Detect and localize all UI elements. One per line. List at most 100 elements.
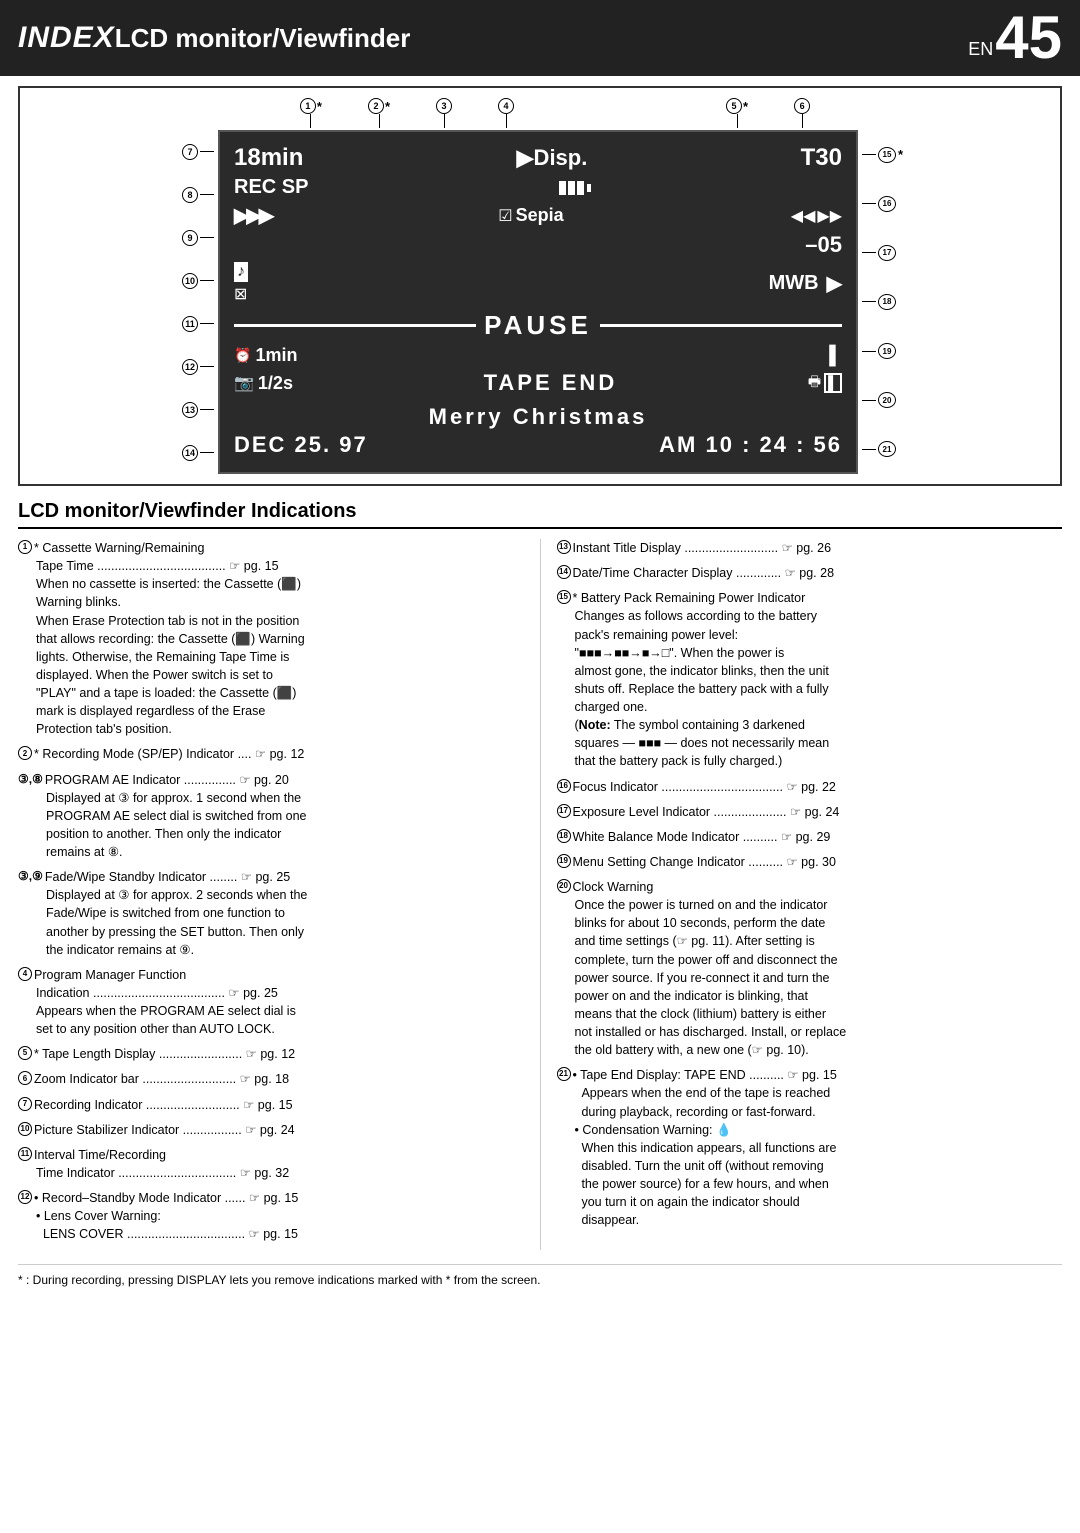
lcd-row-5: ♪ ⊠ MWB ▶ [234,262,842,304]
item-15-text: * Battery Pack Remaining Power Indicator [573,589,806,607]
left-callouts-column: 7 8 9 10 11 12 [166,130,218,474]
callout-3-wrapper: 3 [436,98,452,128]
item-5-num: 5 [18,1046,32,1060]
cam-icon: 📷 [234,373,254,393]
item-6-text: Zoom Indicator bar .....................… [34,1070,289,1088]
item-20-l5: power source. If you re-connect it and t… [575,969,1063,987]
vline-1 [310,114,311,128]
right-mwb-area: MWB ▶ [769,271,842,296]
item-14: 14 Date/Time Character Display .........… [557,564,1063,582]
item-39-header: ③,⑨ Fade/Wipe Standby Indicator ........… [18,868,524,886]
lcd-row-merry: Merry Christmas [234,404,842,430]
half-s: 1/2s [258,373,293,394]
item-2-text: * Recording Mode (SP/EP) Indicator .... … [34,745,304,763]
cn-20: 20 [878,392,896,408]
cn-16: 16 [878,196,896,212]
top-callout-row: 1 * 2 * 3 4 [30,98,1050,128]
item-16-header: 16 Focus Indicator .....................… [557,778,1063,796]
item-2-header: 2 * Recording Mode (SP/EP) Indicator ...… [18,745,524,763]
item-21: 21 • Tape End Display: TAPE END ........… [557,1066,1063,1229]
item-5: 5 * Tape Length Display ................… [18,1045,524,1063]
item-12-l1: • Lens Cover Warning: [36,1207,524,1225]
item-20-body: Once the power is turned on and the indi… [575,896,1063,1059]
item-20-text: Clock Warning [573,878,654,896]
item-1-line-3: Warning blinks. [36,593,524,611]
callout-5: 5 * [726,98,748,114]
item-7: 7 Recording Indicator ..................… [18,1096,524,1114]
callout-4: 4 [498,98,514,114]
item-38-l4: remains at ⑧. [46,843,524,861]
cn-15: 15 [878,147,896,163]
star-2: * [385,99,390,114]
item-19-header: 19 Menu Setting Change Indicator .......… [557,853,1063,871]
one-min: 1min [255,345,297,366]
callout-6: 6 [794,98,810,114]
callout-2-wrapper: 2 * [368,98,390,128]
item-15-l2: pack's remaining power level: [575,626,1063,644]
item-3-8: ③,⑧ PROGRAM AE Indicator ...............… [18,771,524,862]
cn-17: 17 [878,245,896,261]
left-callout-11: 11 [182,316,214,332]
item-14-num: 14 [557,565,571,579]
vline-6 [802,114,803,128]
cn-13: 13 [182,402,198,418]
callout-num-1: 1 [300,98,316,114]
bat-bar-2 [568,181,575,195]
star-5: * [743,99,748,114]
mwb-label: MWB [769,272,819,295]
cn-7: 7 [182,144,198,160]
hline-11 [200,323,214,324]
item-4-l1: Indication .............................… [36,984,524,1002]
item-13-text: Instant Title Display ..................… [573,539,832,557]
left-callout-14: 14 [182,445,214,461]
pause-line-right [600,324,842,327]
cn-18: 18 [878,294,896,310]
lcd-t30: T30 [801,144,842,172]
left-column: 1 * Cassette Warning/Remaining Tape Time… [18,539,541,1250]
item-11-num: 11 [18,1147,32,1161]
item-15-body: Changes as follows according to the batt… [575,607,1063,770]
hline-7 [200,151,214,152]
item-20-l8: not installed or has discharged. Install… [575,1023,1063,1041]
item-1-line-2: When no cassette is inserted: the Casset… [36,575,524,593]
item-21-header: 21 • Tape End Display: TAPE END ........… [557,1066,1063,1084]
bat-tip [587,184,591,192]
item-10-num: 10 [18,1122,32,1136]
item-5-text: * Tape Length Display ..................… [34,1045,295,1063]
item-21-l7: you turn it on again the indicator shoul… [575,1193,1063,1211]
right-callout-17: 17 [862,245,896,261]
hline-12 [200,366,214,367]
item-21-l3: • Condensation Warning: 💧 [575,1121,1063,1139]
header-title: INDEX LCD monitor/Viewfinder [18,21,410,55]
item-18-header: 18 White Balance Mode Indicator ........… [557,828,1063,846]
item-15-l5: shuts off. Replace the battery pack with… [575,680,1063,698]
callout-num-6: 6 [794,98,810,114]
top-callouts: 1 * 2 * 3 4 [300,98,810,128]
vline-3 [444,114,445,128]
item-20-l6: power on and the indicator is blinking, … [575,987,1063,1005]
item-21-l6: the power source) for a few hours, and w… [575,1175,1063,1193]
item-21-body: Appears when the end of the tape is reac… [575,1084,1063,1229]
item-4: 4 Program Manager Function Indication ..… [18,966,524,1039]
item-18: 18 White Balance Mode Indicator ........… [557,828,1063,846]
cam-area: 📷 1/2s [234,373,293,394]
item-17-num: 17 [557,804,571,818]
item-15: 15 * Battery Pack Remaining Power Indica… [557,589,1063,770]
merry-text: Merry Christmas [429,404,648,430]
lcd-fwd-arrows: ▶▶▶ [234,203,271,228]
item-1-line-4: When Erase Protection tab is not in the … [36,612,524,630]
item-39-l4: the indicator remains at ⑨. [46,941,524,959]
item-38-l3: position to another. Then only the indic… [46,825,524,843]
item-10: 10 Picture Stabilizer Indicator ........… [18,1121,524,1139]
item-20-l7: means that the clock (lithium) battery i… [575,1005,1063,1023]
item-1-line-6: lights. Otherwise, the Remaining Tape Ti… [36,648,524,666]
item-15-l4: almost gone, the indicator blinks, then … [575,662,1063,680]
item-12: 12 • Record–Standby Mode Indicator .....… [18,1189,524,1243]
item-39-l1: Displayed at ③ for approx. 2 seconds whe… [46,886,524,904]
lcd-row-1: 18min ▶Disp. T30 [234,144,842,172]
cn-11: 11 [182,316,198,332]
callout-num-3: 3 [436,98,452,114]
item-39-body: Displayed at ③ for approx. 2 seconds whe… [46,886,524,959]
item-1-line-1: Tape Time ..............................… [36,557,524,575]
item-21-l5: disabled. Turn the unit off (without rem… [575,1157,1063,1175]
